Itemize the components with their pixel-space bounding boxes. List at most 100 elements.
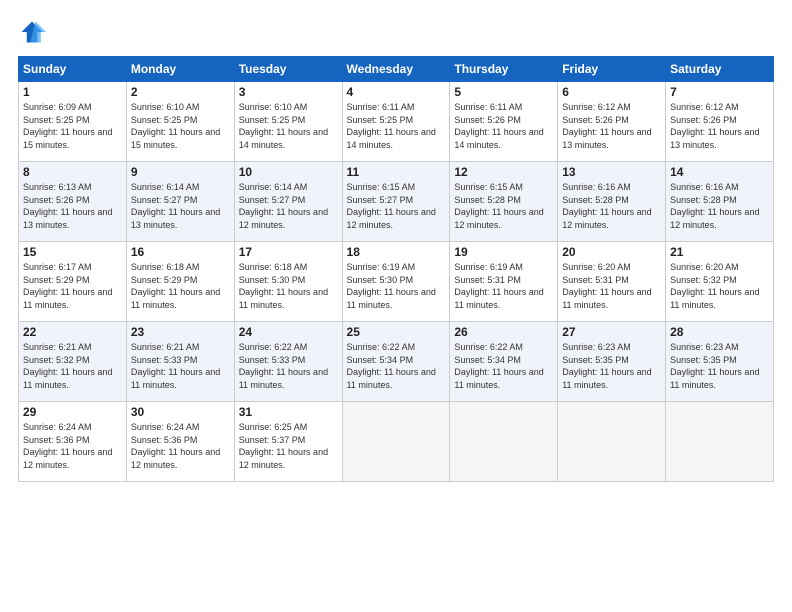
- day-number: 25: [347, 325, 446, 339]
- day-number: 21: [670, 245, 769, 259]
- calendar-cell: 24 Sunrise: 6:22 AM Sunset: 5:33 PM Dayl…: [234, 322, 342, 402]
- calendar-cell: 11 Sunrise: 6:15 AM Sunset: 5:27 PM Dayl…: [342, 162, 450, 242]
- header: [18, 18, 774, 46]
- calendar-week-row: 29 Sunrise: 6:24 AM Sunset: 5:36 PM Dayl…: [19, 402, 774, 482]
- calendar-cell: 3 Sunrise: 6:10 AM Sunset: 5:25 PM Dayli…: [234, 82, 342, 162]
- day-number: 3: [239, 85, 338, 99]
- day-number: 27: [562, 325, 661, 339]
- day-number: 7: [670, 85, 769, 99]
- day-number: 14: [670, 165, 769, 179]
- calendar-cell: 17 Sunrise: 6:18 AM Sunset: 5:30 PM Dayl…: [234, 242, 342, 322]
- day-number: 15: [23, 245, 122, 259]
- day-number: 12: [454, 165, 553, 179]
- cell-content: Sunrise: 6:24 AM Sunset: 5:36 PM Dayligh…: [131, 421, 230, 471]
- calendar-cell: 5 Sunrise: 6:11 AM Sunset: 5:26 PM Dayli…: [450, 82, 558, 162]
- weekday-header: Sunday: [19, 57, 127, 82]
- cell-content: Sunrise: 6:20 AM Sunset: 5:32 PM Dayligh…: [670, 261, 769, 311]
- calendar-cell: 2 Sunrise: 6:10 AM Sunset: 5:25 PM Dayli…: [126, 82, 234, 162]
- calendar-cell: 13 Sunrise: 6:16 AM Sunset: 5:28 PM Dayl…: [558, 162, 666, 242]
- logo-icon: [18, 18, 46, 46]
- day-number: 8: [23, 165, 122, 179]
- day-number: 19: [454, 245, 553, 259]
- calendar-cell: 23 Sunrise: 6:21 AM Sunset: 5:33 PM Dayl…: [126, 322, 234, 402]
- day-number: 9: [131, 165, 230, 179]
- calendar-cell: 1 Sunrise: 6:09 AM Sunset: 5:25 PM Dayli…: [19, 82, 127, 162]
- calendar-cell: 29 Sunrise: 6:24 AM Sunset: 5:36 PM Dayl…: [19, 402, 127, 482]
- calendar-cell: 28 Sunrise: 6:23 AM Sunset: 5:35 PM Dayl…: [666, 322, 774, 402]
- calendar-cell: 8 Sunrise: 6:13 AM Sunset: 5:26 PM Dayli…: [19, 162, 127, 242]
- calendar-cell: 30 Sunrise: 6:24 AM Sunset: 5:36 PM Dayl…: [126, 402, 234, 482]
- weekday-header: Thursday: [450, 57, 558, 82]
- day-number: 23: [131, 325, 230, 339]
- cell-content: Sunrise: 6:21 AM Sunset: 5:32 PM Dayligh…: [23, 341, 122, 391]
- cell-content: Sunrise: 6:18 AM Sunset: 5:30 PM Dayligh…: [239, 261, 338, 311]
- cell-content: Sunrise: 6:22 AM Sunset: 5:34 PM Dayligh…: [347, 341, 446, 391]
- calendar-cell: 15 Sunrise: 6:17 AM Sunset: 5:29 PM Dayl…: [19, 242, 127, 322]
- cell-content: Sunrise: 6:14 AM Sunset: 5:27 PM Dayligh…: [239, 181, 338, 231]
- calendar-cell: 4 Sunrise: 6:11 AM Sunset: 5:25 PM Dayli…: [342, 82, 450, 162]
- cell-content: Sunrise: 6:16 AM Sunset: 5:28 PM Dayligh…: [670, 181, 769, 231]
- cell-content: Sunrise: 6:22 AM Sunset: 5:33 PM Dayligh…: [239, 341, 338, 391]
- calendar-cell: [342, 402, 450, 482]
- calendar-table: SundayMondayTuesdayWednesdayThursdayFrid…: [18, 56, 774, 482]
- day-number: 6: [562, 85, 661, 99]
- calendar-header-row: SundayMondayTuesdayWednesdayThursdayFrid…: [19, 57, 774, 82]
- day-number: 2: [131, 85, 230, 99]
- calendar-cell: 10 Sunrise: 6:14 AM Sunset: 5:27 PM Dayl…: [234, 162, 342, 242]
- calendar-cell: [558, 402, 666, 482]
- cell-content: Sunrise: 6:22 AM Sunset: 5:34 PM Dayligh…: [454, 341, 553, 391]
- calendar-cell: 21 Sunrise: 6:20 AM Sunset: 5:32 PM Dayl…: [666, 242, 774, 322]
- page: SundayMondayTuesdayWednesdayThursdayFrid…: [0, 0, 792, 612]
- cell-content: Sunrise: 6:10 AM Sunset: 5:25 PM Dayligh…: [131, 101, 230, 151]
- cell-content: Sunrise: 6:16 AM Sunset: 5:28 PM Dayligh…: [562, 181, 661, 231]
- calendar-cell: 16 Sunrise: 6:18 AM Sunset: 5:29 PM Dayl…: [126, 242, 234, 322]
- day-number: 4: [347, 85, 446, 99]
- calendar-cell: 19 Sunrise: 6:19 AM Sunset: 5:31 PM Dayl…: [450, 242, 558, 322]
- day-number: 29: [23, 405, 122, 419]
- calendar-cell: 25 Sunrise: 6:22 AM Sunset: 5:34 PM Dayl…: [342, 322, 450, 402]
- cell-content: Sunrise: 6:23 AM Sunset: 5:35 PM Dayligh…: [670, 341, 769, 391]
- cell-content: Sunrise: 6:10 AM Sunset: 5:25 PM Dayligh…: [239, 101, 338, 151]
- cell-content: Sunrise: 6:24 AM Sunset: 5:36 PM Dayligh…: [23, 421, 122, 471]
- calendar-cell: 31 Sunrise: 6:25 AM Sunset: 5:37 PM Dayl…: [234, 402, 342, 482]
- calendar-cell: 9 Sunrise: 6:14 AM Sunset: 5:27 PM Dayli…: [126, 162, 234, 242]
- day-number: 1: [23, 85, 122, 99]
- cell-content: Sunrise: 6:12 AM Sunset: 5:26 PM Dayligh…: [562, 101, 661, 151]
- cell-content: Sunrise: 6:11 AM Sunset: 5:26 PM Dayligh…: [454, 101, 553, 151]
- cell-content: Sunrise: 6:13 AM Sunset: 5:26 PM Dayligh…: [23, 181, 122, 231]
- cell-content: Sunrise: 6:15 AM Sunset: 5:28 PM Dayligh…: [454, 181, 553, 231]
- day-number: 10: [239, 165, 338, 179]
- calendar-week-row: 15 Sunrise: 6:17 AM Sunset: 5:29 PM Dayl…: [19, 242, 774, 322]
- calendar-cell: [450, 402, 558, 482]
- calendar-cell: 27 Sunrise: 6:23 AM Sunset: 5:35 PM Dayl…: [558, 322, 666, 402]
- cell-content: Sunrise: 6:19 AM Sunset: 5:30 PM Dayligh…: [347, 261, 446, 311]
- day-number: 22: [23, 325, 122, 339]
- weekday-header: Saturday: [666, 57, 774, 82]
- day-number: 11: [347, 165, 446, 179]
- calendar-cell: 7 Sunrise: 6:12 AM Sunset: 5:26 PM Dayli…: [666, 82, 774, 162]
- cell-content: Sunrise: 6:25 AM Sunset: 5:37 PM Dayligh…: [239, 421, 338, 471]
- day-number: 18: [347, 245, 446, 259]
- calendar-week-row: 22 Sunrise: 6:21 AM Sunset: 5:32 PM Dayl…: [19, 322, 774, 402]
- cell-content: Sunrise: 6:09 AM Sunset: 5:25 PM Dayligh…: [23, 101, 122, 151]
- calendar-week-row: 1 Sunrise: 6:09 AM Sunset: 5:25 PM Dayli…: [19, 82, 774, 162]
- day-number: 30: [131, 405, 230, 419]
- weekday-header: Wednesday: [342, 57, 450, 82]
- weekday-header: Friday: [558, 57, 666, 82]
- day-number: 17: [239, 245, 338, 259]
- day-number: 24: [239, 325, 338, 339]
- day-number: 28: [670, 325, 769, 339]
- cell-content: Sunrise: 6:15 AM Sunset: 5:27 PM Dayligh…: [347, 181, 446, 231]
- day-number: 13: [562, 165, 661, 179]
- day-number: 16: [131, 245, 230, 259]
- cell-content: Sunrise: 6:11 AM Sunset: 5:25 PM Dayligh…: [347, 101, 446, 151]
- cell-content: Sunrise: 6:14 AM Sunset: 5:27 PM Dayligh…: [131, 181, 230, 231]
- day-number: 31: [239, 405, 338, 419]
- calendar-cell: 6 Sunrise: 6:12 AM Sunset: 5:26 PM Dayli…: [558, 82, 666, 162]
- day-number: 5: [454, 85, 553, 99]
- calendar-cell: 18 Sunrise: 6:19 AM Sunset: 5:30 PM Dayl…: [342, 242, 450, 322]
- calendar-cell: [666, 402, 774, 482]
- cell-content: Sunrise: 6:12 AM Sunset: 5:26 PM Dayligh…: [670, 101, 769, 151]
- cell-content: Sunrise: 6:19 AM Sunset: 5:31 PM Dayligh…: [454, 261, 553, 311]
- weekday-header: Monday: [126, 57, 234, 82]
